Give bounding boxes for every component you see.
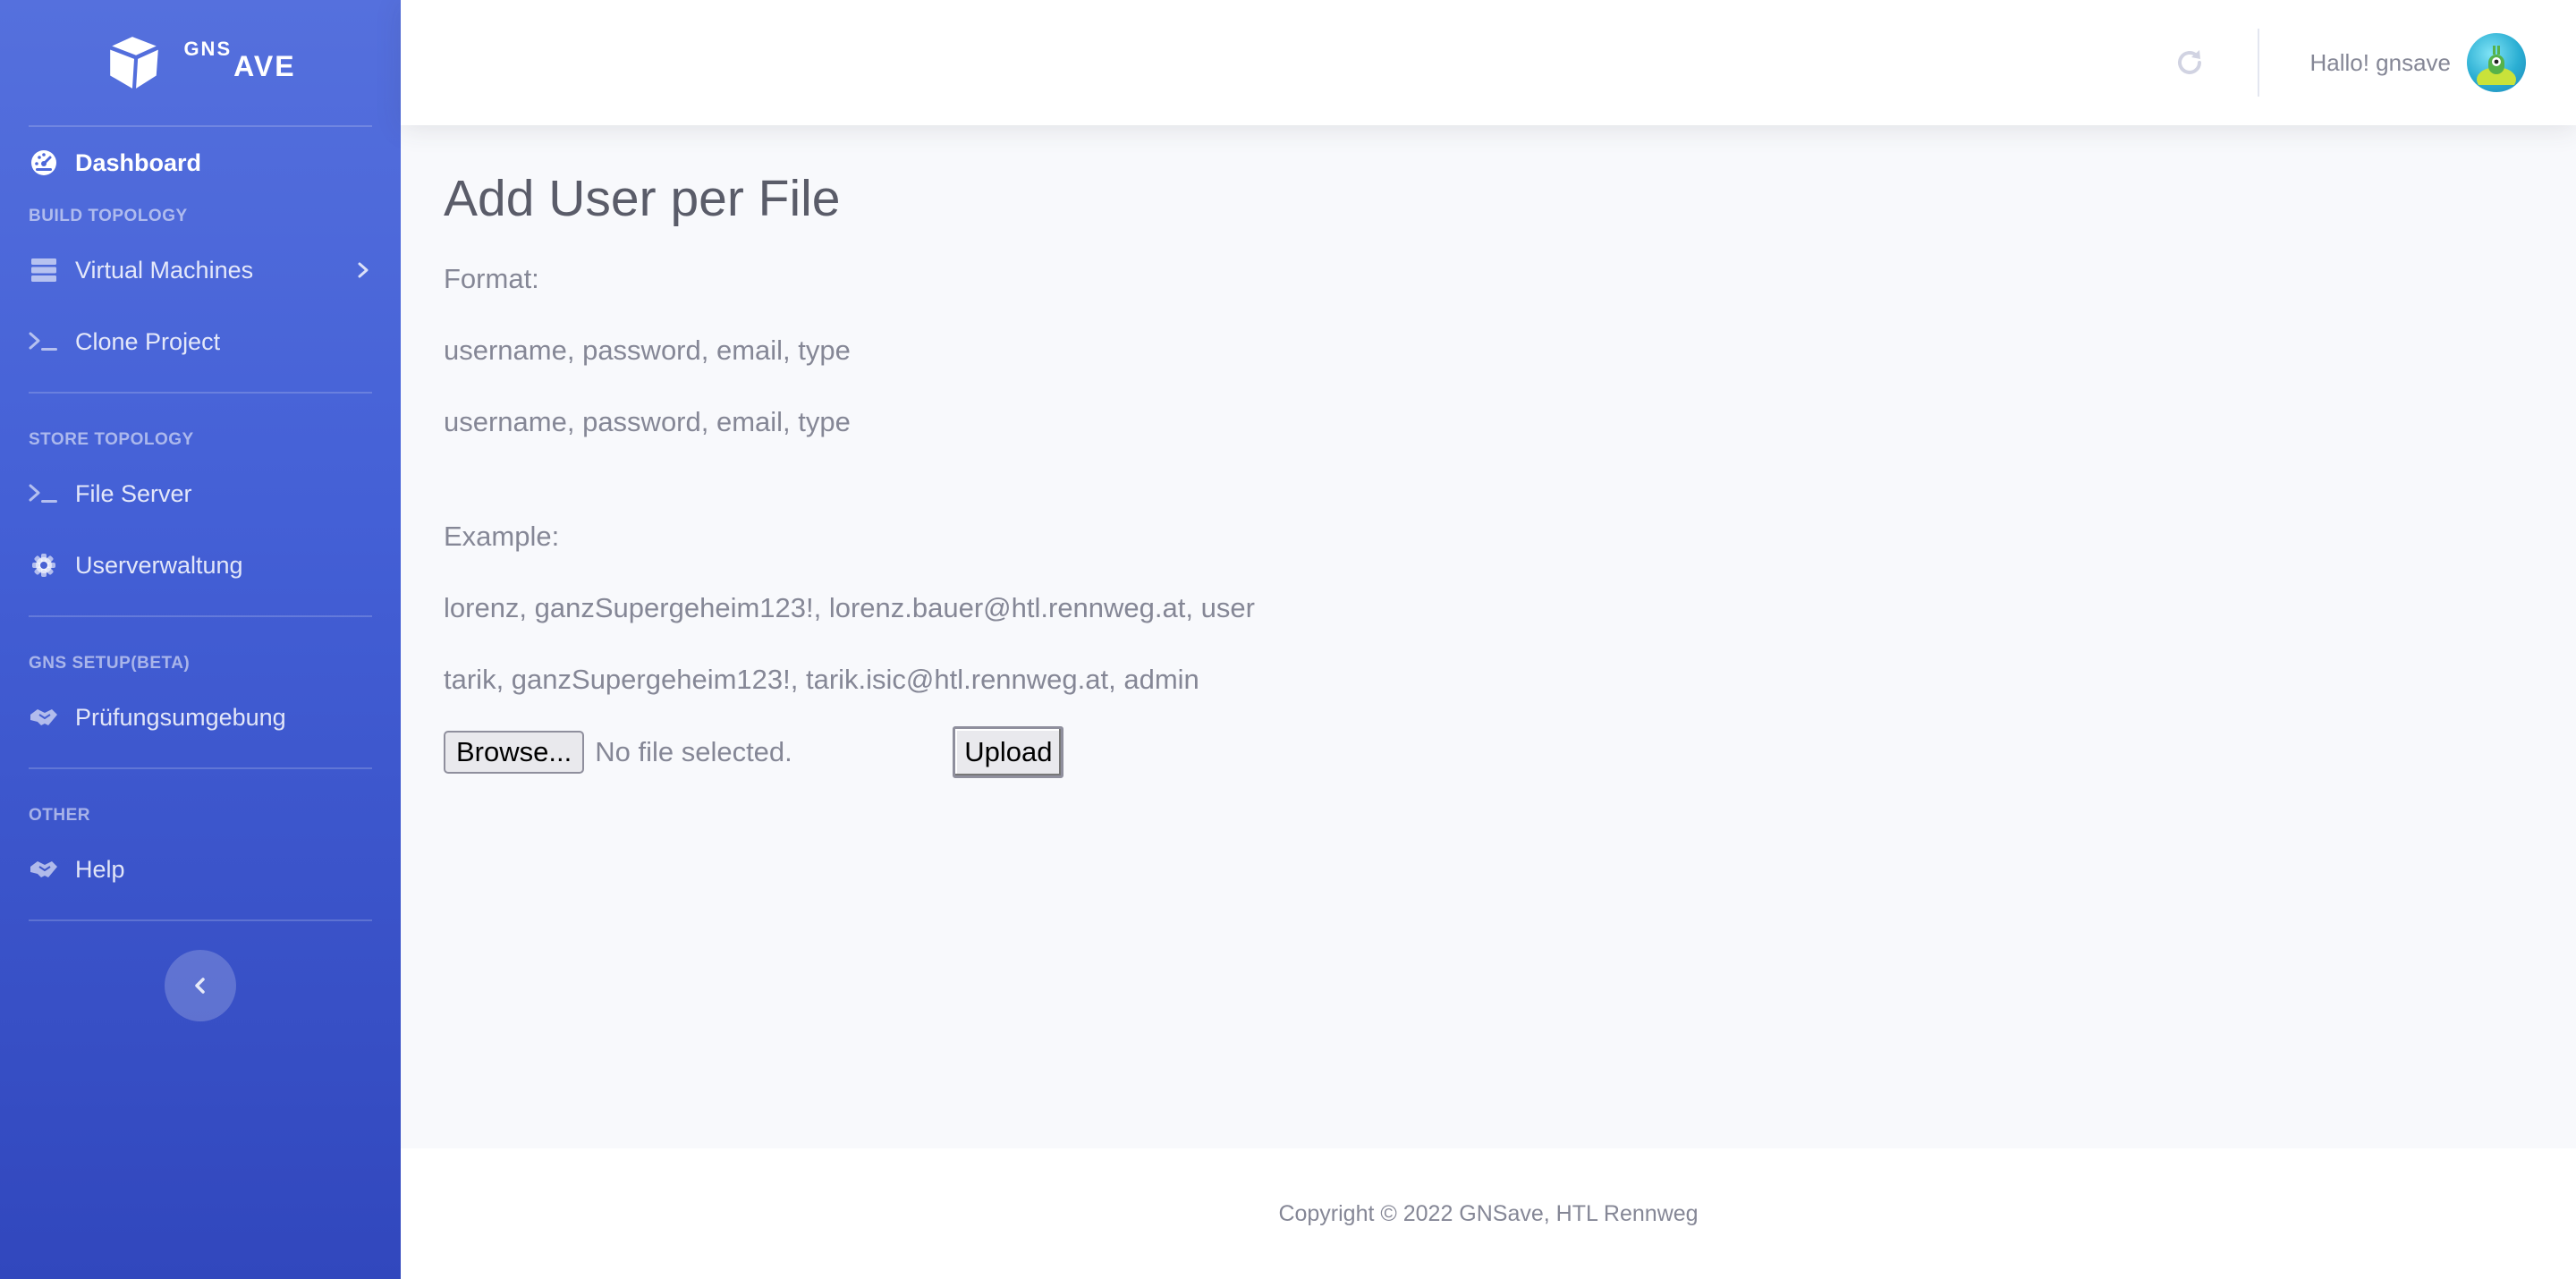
section-gns-setup: GNS SETUP(BETA) <box>29 654 191 673</box>
sidebar-item-label: Prüfungsumgebung <box>75 703 286 731</box>
sidebar-item-dashboard[interactable]: Dashboard <box>0 127 401 199</box>
sidebar-toggle-button[interactable] <box>165 950 236 1021</box>
terminal-icon <box>29 479 59 509</box>
handshake-icon <box>29 854 59 885</box>
sidebar-divider <box>29 767 372 769</box>
brand-sup: GNS <box>183 37 233 60</box>
file-status: No file selected. <box>595 736 792 768</box>
sidebar: GNS AVE Dashboard BUILD TOPOLOGY Virtual… <box>0 0 401 1279</box>
brand-main: AVE <box>233 49 296 82</box>
avatar-image <box>2477 46 2516 85</box>
example-line: lorenz, ganzSupergeheim123!, lorenz.baue… <box>444 592 1255 624</box>
sidebar-item-label: File Server <box>75 479 192 507</box>
sidebar-item-label: Userverwaltung <box>75 551 243 579</box>
topbar: Hallo! gnsave <box>401 0 2576 125</box>
cube-logo-icon <box>110 37 159 89</box>
sidebar-divider <box>29 615 372 617</box>
sidebar-divider <box>29 919 372 921</box>
tachometer-icon <box>29 148 59 178</box>
user-greeting[interactable]: Hallo! gnsave <box>2309 49 2451 77</box>
format-line: username, password, email, type <box>444 335 851 367</box>
chevron-right-icon <box>358 262 369 278</box>
sidebar-item-help[interactable]: Help <box>0 834 401 905</box>
example-label: Example: <box>444 521 560 553</box>
section-build-topology: BUILD TOPOLOGY <box>29 207 188 225</box>
upload-button[interactable]: Upload <box>953 726 1064 779</box>
sidebar-item-virtual-machines[interactable]: Virtual Machines <box>0 234 401 306</box>
example-line: tarik, ganzSupergeheim123!, tarik.isic@h… <box>444 664 1199 696</box>
format-label: Format: <box>444 263 539 295</box>
sidebar-divider <box>29 392 372 394</box>
chevron-left-icon <box>195 978 205 994</box>
brand-name: GNS AVE <box>183 38 296 83</box>
format-line: username, password, email, type <box>444 406 851 438</box>
handshake-icon <box>29 702 59 733</box>
server-icon <box>29 255 59 285</box>
upload-form: Browse... No file selected. Upload <box>444 726 2576 779</box>
terminal-icon <box>29 326 59 357</box>
browse-button[interactable]: Browse... <box>444 731 585 775</box>
sidebar-item-clone-project[interactable]: Clone Project <box>0 306 401 377</box>
sidebar-item-label: Virtual Machines <box>75 256 254 284</box>
main-content: Add User per File Format: username, pass… <box>401 125 2576 1148</box>
section-other: OTHER <box>29 806 90 825</box>
section-store-topology: STORE TOPOLOGY <box>29 430 194 449</box>
sidebar-item-label: Help <box>75 855 125 883</box>
footer: Copyright © 2022 GNSave, HTL Rennweg <box>401 1148 2576 1279</box>
refresh-icon[interactable] <box>2172 45 2207 80</box>
topbar-divider <box>2258 29 2260 97</box>
page-title: Add User per File <box>444 170 841 227</box>
sidebar-toggle-wrap <box>0 950 401 1021</box>
brand[interactable]: GNS AVE <box>0 0 401 125</box>
copyright-text: Copyright © 2022 GNSave, HTL Rennweg <box>1278 1200 1699 1226</box>
avatar[interactable] <box>2467 33 2526 92</box>
gear-icon <box>29 550 59 580</box>
sidebar-item-file-server[interactable]: File Server <box>0 458 401 529</box>
sidebar-item-label: Dashboard <box>75 148 202 176</box>
sidebar-item-pruefungsumgebung[interactable]: Prüfungsumgebung <box>0 682 401 753</box>
sidebar-item-label: Clone Project <box>75 327 221 355</box>
sidebar-item-userverwaltung[interactable]: Userverwaltung <box>0 529 401 601</box>
